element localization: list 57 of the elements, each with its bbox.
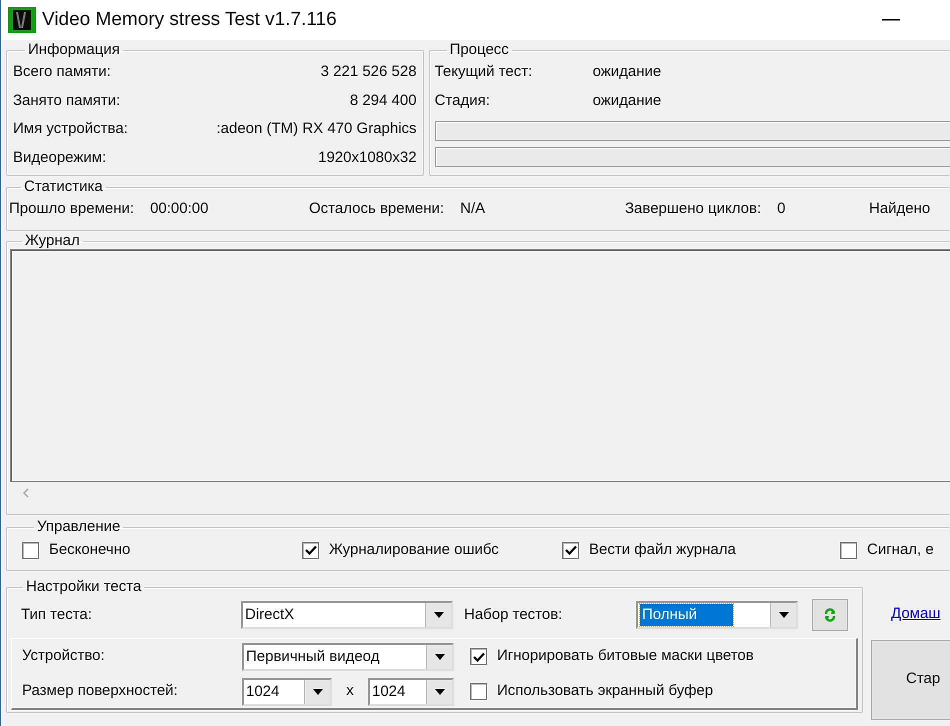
dropdown[interactable]: DirectX (241, 601, 453, 629)
field-label: Видеорежим: (13, 148, 106, 168)
checkbox[interactable]: Вести файл журнала (562, 538, 840, 562)
scroll-left-icon[interactable] (22, 488, 29, 498)
dropdown[interactable]: Первичный видеод (242, 642, 454, 670)
separator-text: x (345, 681, 355, 702)
field-value: 00:00:00 (150, 198, 208, 219)
field-value: 8 294 400 (350, 90, 417, 110)
field-label: Имя устройства: (13, 119, 128, 139)
checkbox[interactable]: Игнорировать битовые маски цветов (470, 645, 754, 668)
field-value: 0 (777, 198, 786, 219)
refresh-icon (824, 608, 836, 622)
field-label: Прошло времени: (9, 198, 134, 219)
field-value: 3 221 526 528 (320, 62, 417, 82)
group-title: Процесс (448, 42, 510, 58)
field-label: Текущий тест: (434, 62, 534, 82)
group-title: Статистика (23, 179, 104, 195)
checkbox[interactable]: Бесконечно (22, 538, 302, 562)
dropdown-arrow-icon (434, 654, 444, 660)
field-value: 1920x1080x32 (318, 148, 417, 168)
field-label: Осталось времени: (309, 198, 444, 219)
check-icon (472, 652, 484, 662)
dropdown[interactable]: Полный (636, 601, 798, 629)
group-title: Настройки теста (25, 579, 142, 595)
checkbox[interactable]: Использовать экранный буфер (470, 680, 714, 703)
dropdown-arrow-icon (434, 612, 444, 618)
group-title: Информация (27, 42, 121, 58)
dropdown[interactable]: 1024 (368, 678, 454, 706)
start-button[interactable]: Стар (871, 640, 950, 720)
field-label: Набор тестов: (464, 604, 564, 625)
home-link[interactable]: Домаш (891, 603, 950, 626)
dropdown[interactable]: 1024 (242, 678, 332, 706)
dropdown-arrow-icon (434, 688, 444, 694)
dropdown-arrow-icon (312, 688, 322, 694)
field-label: Завершено циклов: (625, 198, 762, 219)
checkbox[interactable]: Журналирование ошибс (302, 538, 562, 562)
check-icon (304, 545, 316, 555)
field-value: N/A (460, 198, 486, 219)
field-label: Найдено (869, 198, 930, 219)
group-title: Журнал (24, 233, 81, 249)
minimize-icon[interactable] (882, 19, 900, 21)
dropdown-arrow-icon (778, 612, 788, 618)
checkbox[interactable]: Сигнал, е (840, 538, 934, 562)
window-title: Video Memory stress Test v1.7.116 (42, 8, 337, 32)
check-icon (564, 545, 576, 555)
field-label: Стадия: (434, 90, 491, 110)
field-value: ожидание (592, 90, 662, 110)
app-logo-icon (8, 7, 36, 33)
group-title: Управление (36, 519, 122, 535)
field-label: Тип теста: (21, 604, 93, 625)
field-value: ожидание (592, 62, 662, 82)
field-value: :adeon (TM) RX 470 Graphics (216, 119, 417, 139)
field-label: Устройство: (22, 646, 106, 666)
field-label: Размер поверхностей: (22, 681, 179, 702)
field-label: Занято памяти: (13, 90, 120, 110)
refresh-button[interactable] (812, 599, 848, 631)
field-label: Всего памяти: (13, 62, 111, 82)
